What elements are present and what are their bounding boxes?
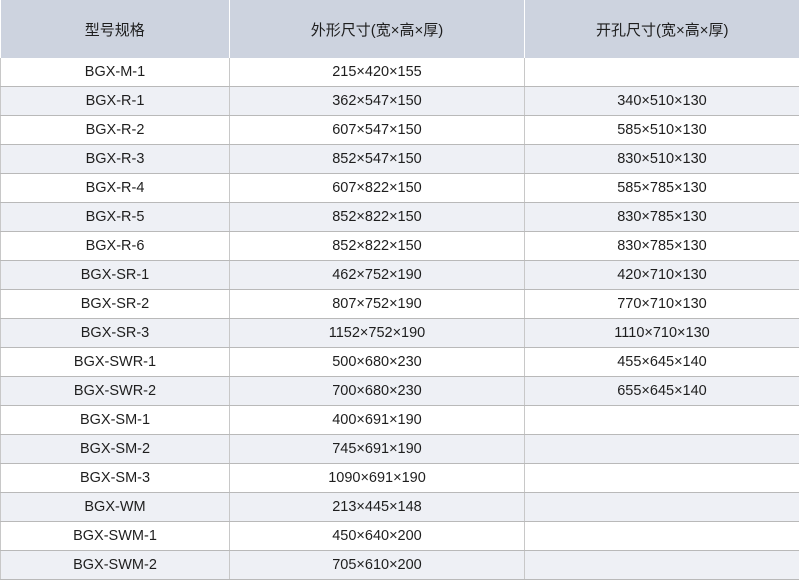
table-row: BGX-SR-1 462×752×190 420×710×130: [0, 260, 799, 290]
cell-model: BGX-M-1: [0, 58, 230, 87]
header-row: 型号规格 外形尺寸(宽×高×厚) 开孔尺寸(宽×高×厚): [0, 0, 799, 58]
cell-cutout-size: 455×645×140: [524, 347, 799, 377]
cell-cutout-size: 420×710×130: [524, 260, 799, 290]
cell-outer-size: 852×822×150: [229, 202, 525, 232]
cell-model: BGX-R-2: [0, 115, 230, 145]
cell-model: BGX-SWM-2: [0, 550, 230, 580]
table-row: BGX-SM-1 400×691×190: [0, 405, 799, 435]
table-row: BGX-SWR-2 700×680×230 655×645×140: [0, 376, 799, 406]
table-row: BGX-R-2 607×547×150 585×510×130: [0, 115, 799, 145]
cell-model: BGX-R-6: [0, 231, 230, 261]
cell-model: BGX-SM-2: [0, 434, 230, 464]
cell-cutout-size: 1110×710×130: [524, 318, 799, 348]
cell-cutout-size: 830×785×130: [524, 202, 799, 232]
table-header: 型号规格 外形尺寸(宽×高×厚) 开孔尺寸(宽×高×厚): [0, 0, 799, 58]
table-row: BGX-SM-3 1090×691×190: [0, 463, 799, 493]
cell-cutout-size: [524, 550, 799, 580]
cell-model: BGX-R-4: [0, 173, 230, 203]
cell-outer-size: 213×445×148: [229, 492, 525, 522]
table-row: BGX-R-3 852×547×150 830×510×130: [0, 144, 799, 174]
spec-table: 型号规格 外形尺寸(宽×高×厚) 开孔尺寸(宽×高×厚) BGX-M-1 215×…: [0, 0, 799, 580]
cell-model: BGX-SR-3: [0, 318, 230, 348]
cell-model: BGX-SR-1: [0, 260, 230, 290]
cell-cutout-size: [524, 434, 799, 464]
table-row: BGX-R-6 852×822×150 830×785×130: [0, 231, 799, 261]
table-row: BGX-WM 213×445×148: [0, 492, 799, 522]
table-row: BGX-SM-2 745×691×190: [0, 434, 799, 464]
cell-model: BGX-R-5: [0, 202, 230, 232]
cell-cutout-size: [524, 405, 799, 435]
table-row: BGX-SR-2 807×752×190 770×710×130: [0, 289, 799, 319]
cell-outer-size: 700×680×230: [229, 376, 525, 406]
cell-outer-size: 852×547×150: [229, 144, 525, 174]
cell-model: BGX-R-3: [0, 144, 230, 174]
cell-outer-size: 807×752×190: [229, 289, 525, 319]
cell-model: BGX-SWR-2: [0, 376, 230, 406]
cell-outer-size: 215×420×155: [229, 58, 525, 87]
table-row: BGX-M-1 215×420×155: [0, 58, 799, 87]
table-row: BGX-R-5 852×822×150 830×785×130: [0, 202, 799, 232]
cell-outer-size: 607×547×150: [229, 115, 525, 145]
table-row: BGX-SWR-1 500×680×230 455×645×140: [0, 347, 799, 377]
table-row: BGX-SWM-2 705×610×200: [0, 550, 799, 580]
cell-cutout-size: [524, 521, 799, 551]
cell-outer-size: 462×752×190: [229, 260, 525, 290]
cell-cutout-size: 585×510×130: [524, 115, 799, 145]
cell-model: BGX-SM-3: [0, 463, 230, 493]
cell-cutout-size: 830×785×130: [524, 231, 799, 261]
cell-model: BGX-SM-1: [0, 405, 230, 435]
cell-outer-size: 500×680×230: [229, 347, 525, 377]
cell-outer-size: 1090×691×190: [229, 463, 525, 493]
cell-outer-size: 852×822×150: [229, 231, 525, 261]
cell-outer-size: 705×610×200: [229, 550, 525, 580]
cell-outer-size: 400×691×190: [229, 405, 525, 435]
cell-model: BGX-WM: [0, 492, 230, 522]
cell-model: BGX-SWM-1: [0, 521, 230, 551]
table-row: BGX-R-4 607×822×150 585×785×130: [0, 173, 799, 203]
table-body: BGX-M-1 215×420×155 BGX-R-1 362×547×150 340×…: [0, 58, 799, 580]
cell-outer-size: 745×691×190: [229, 434, 525, 464]
header-outer-size: 外形尺寸(宽×高×厚): [229, 0, 525, 58]
cell-model: BGX-R-1: [0, 86, 230, 116]
header-model: 型号规格: [0, 0, 230, 58]
cell-cutout-size: 655×645×140: [524, 376, 799, 406]
cell-model: BGX-SR-2: [0, 289, 230, 319]
cell-outer-size: 607×822×150: [229, 173, 525, 203]
cell-cutout-size: 340×510×130: [524, 86, 799, 116]
cell-cutout-size: 585×785×130: [524, 173, 799, 203]
cell-model: BGX-SWR-1: [0, 347, 230, 377]
cell-cutout-size: [524, 492, 799, 522]
cell-outer-size: 450×640×200: [229, 521, 525, 551]
cell-cutout-size: [524, 463, 799, 493]
table-row: BGX-SWM-1 450×640×200: [0, 521, 799, 551]
table-row: BGX-SR-3 1152×752×190 1110×710×130: [0, 318, 799, 348]
cell-outer-size: 362×547×150: [229, 86, 525, 116]
cell-cutout-size: [524, 58, 799, 87]
cell-cutout-size: 830×510×130: [524, 144, 799, 174]
cell-cutout-size: 770×710×130: [524, 289, 799, 319]
header-cutout-size: 开孔尺寸(宽×高×厚): [524, 0, 799, 58]
table-row: BGX-R-1 362×547×150 340×510×130: [0, 86, 799, 116]
cell-outer-size: 1152×752×190: [229, 318, 525, 348]
